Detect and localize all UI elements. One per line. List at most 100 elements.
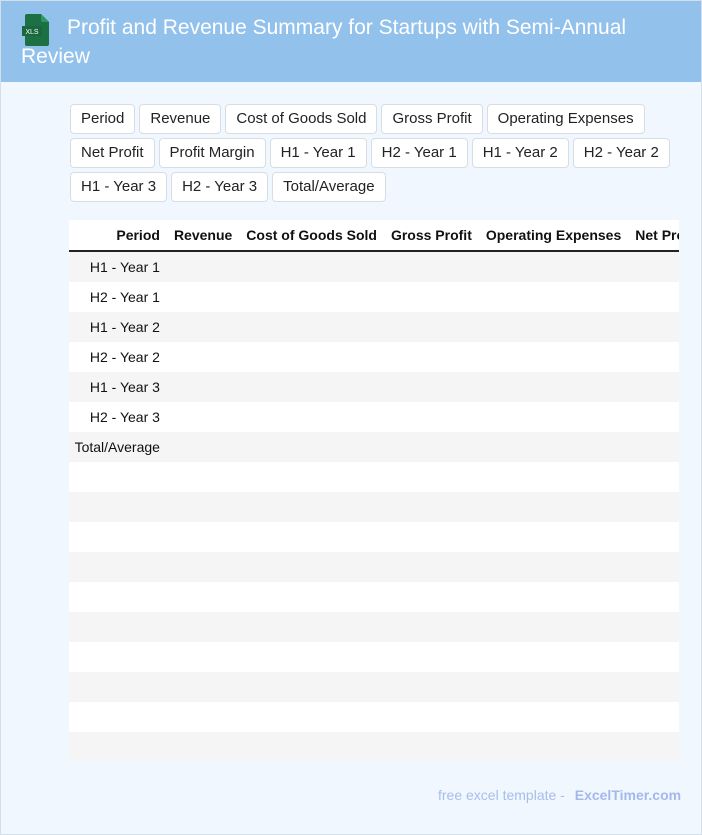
column-header[interactable]: Revenue bbox=[166, 220, 240, 252]
table-row: 14 bbox=[69, 672, 679, 702]
cell bbox=[628, 342, 679, 372]
cell bbox=[478, 312, 629, 342]
table-row: 11 bbox=[69, 582, 679, 612]
cell bbox=[478, 432, 629, 462]
cell-period bbox=[69, 672, 167, 702]
cell bbox=[478, 552, 629, 582]
cell bbox=[628, 402, 679, 432]
cell bbox=[167, 582, 239, 612]
chip-h2-year-1[interactable]: H2 - Year 1 bbox=[370, 138, 468, 168]
cell bbox=[384, 282, 479, 312]
cell bbox=[167, 462, 239, 492]
cell bbox=[384, 402, 479, 432]
cell bbox=[166, 372, 240, 402]
cell bbox=[628, 612, 679, 642]
cell bbox=[478, 251, 629, 282]
cell bbox=[383, 312, 479, 342]
cell bbox=[479, 582, 628, 612]
cell bbox=[628, 312, 679, 342]
cell bbox=[167, 342, 239, 372]
data-table-scroll[interactable]: Period Revenue Cost of Goods Sold Gross Pro… bbox=[69, 220, 679, 761]
cell bbox=[167, 702, 239, 732]
cell-period: H1 - Year 1 bbox=[69, 251, 167, 282]
column-header[interactable]: Period bbox=[69, 220, 167, 252]
cell bbox=[239, 732, 384, 761]
cell bbox=[239, 462, 384, 492]
cell bbox=[167, 282, 239, 312]
chip-h1-year-3[interactable]: H1 - Year 3 bbox=[70, 172, 168, 202]
cell bbox=[628, 282, 679, 312]
footer-credit: free excel template - ExcelTimer.com bbox=[438, 787, 681, 803]
cell bbox=[384, 702, 479, 732]
chip-total-average[interactable]: Total/Average bbox=[272, 172, 386, 202]
page-title: Profit and Revenue Summary for Startups … bbox=[21, 16, 627, 68]
cell bbox=[383, 492, 479, 522]
chip-revenue[interactable]: Revenue bbox=[139, 104, 222, 134]
cell-period bbox=[69, 732, 167, 761]
table-row: 6Total/Average bbox=[69, 432, 679, 462]
cell-period bbox=[69, 552, 167, 582]
column-filter-chips: Period Revenue Cost of Goods Sold Gross Pro… bbox=[70, 104, 670, 202]
cell bbox=[478, 612, 629, 642]
cell bbox=[166, 312, 240, 342]
cell bbox=[479, 702, 628, 732]
footer-brand-link[interactable]: ExcelTimer.com bbox=[575, 787, 681, 803]
table-row: 13 bbox=[69, 642, 679, 672]
cell bbox=[167, 522, 239, 552]
chip-gross-profit[interactable]: Gross Profit bbox=[381, 104, 483, 134]
table-header-row: Period Revenue Cost of Goods Sold Gross Pro… bbox=[69, 220, 679, 252]
cell bbox=[239, 282, 384, 312]
cell bbox=[239, 702, 384, 732]
cell-period bbox=[69, 612, 167, 642]
cell bbox=[478, 732, 629, 761]
cell bbox=[239, 312, 384, 342]
chip-period[interactable]: Period bbox=[70, 104, 136, 134]
column-header[interactable]: Net Profit bbox=[628, 220, 679, 252]
chip-net-profit[interactable]: Net Profit bbox=[70, 138, 155, 168]
page: XLS Profit and Revenue Summary for Start… bbox=[0, 0, 702, 835]
cell bbox=[384, 342, 479, 372]
table-row: 7 bbox=[69, 462, 679, 492]
cell bbox=[628, 462, 679, 492]
column-header[interactable]: Gross Profit bbox=[383, 220, 479, 252]
cell bbox=[384, 642, 479, 672]
cell bbox=[478, 672, 629, 702]
cell bbox=[384, 522, 479, 552]
table-row: 16 bbox=[69, 732, 679, 761]
chip-profit-margin[interactable]: Profit Margin bbox=[158, 138, 266, 168]
cell bbox=[628, 672, 679, 702]
table-row: 9 bbox=[69, 522, 679, 552]
chip-h2-year-2[interactable]: H2 - Year 2 bbox=[572, 138, 670, 168]
cell bbox=[628, 372, 679, 402]
cell bbox=[383, 432, 479, 462]
column-header[interactable]: Operating Expenses bbox=[478, 220, 629, 252]
cell bbox=[166, 672, 240, 702]
cell bbox=[479, 642, 628, 672]
cell bbox=[479, 462, 628, 492]
cell-period: H1 - Year 2 bbox=[69, 312, 167, 342]
column-header[interactable]: Cost of Goods Sold bbox=[239, 220, 384, 252]
cell bbox=[628, 432, 679, 462]
cell bbox=[384, 462, 479, 492]
cell bbox=[628, 732, 679, 761]
chip-operating-expenses[interactable]: Operating Expenses bbox=[486, 104, 645, 134]
cell bbox=[628, 582, 679, 612]
cell bbox=[628, 642, 679, 672]
footer-text: free excel template - bbox=[438, 787, 565, 803]
chip-h1-year-1[interactable]: H1 - Year 1 bbox=[269, 138, 367, 168]
table-row: 0H1 - Year 1 bbox=[69, 251, 679, 282]
cell bbox=[166, 552, 240, 582]
table-row: 3H2 - Year 2 bbox=[69, 342, 679, 372]
table-row: 2H1 - Year 2 bbox=[69, 312, 679, 342]
cell bbox=[239, 251, 384, 282]
chip-cost-of-goods-sold[interactable]: Cost of Goods Sold bbox=[225, 104, 378, 134]
cell bbox=[166, 432, 240, 462]
cell-period bbox=[69, 642, 167, 672]
cell bbox=[239, 342, 384, 372]
cell bbox=[166, 732, 240, 761]
cell bbox=[478, 492, 629, 522]
chip-h1-year-2[interactable]: H1 - Year 2 bbox=[471, 138, 569, 168]
cell bbox=[383, 672, 479, 702]
chip-h2-year-3[interactable]: H2 - Year 3 bbox=[171, 172, 269, 202]
cell bbox=[479, 522, 628, 552]
